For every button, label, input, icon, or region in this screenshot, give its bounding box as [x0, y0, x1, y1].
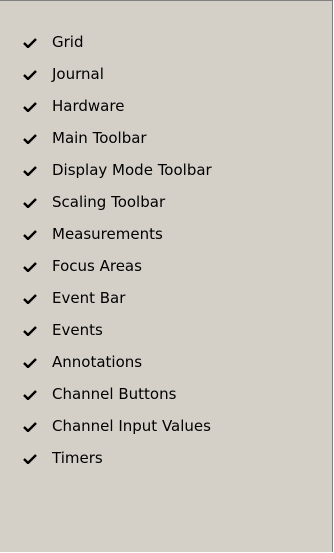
checkmark-icon: [23, 134, 37, 144]
menu-item-label: Main Toolbar: [52, 129, 147, 147]
menu-item-label: Scaling Toolbar: [52, 193, 166, 211]
menu-item-display-mode-toolbar[interactable]: Display Mode Toolbar: [0, 154, 332, 186]
checkmark-icon: [23, 294, 37, 304]
menu-item-timers[interactable]: Timers: [0, 442, 332, 474]
checkmark-icon: [23, 198, 37, 208]
checkmark-icon: [23, 230, 37, 240]
checkmark-icon: [23, 454, 37, 464]
checkmark-icon: [23, 38, 37, 48]
menu-item-event-bar[interactable]: Event Bar: [0, 282, 332, 314]
menu-item-label: Events: [52, 321, 103, 339]
view-options-menu: Grid Journal Hardware Main Toolbar Displ…: [0, 0, 333, 552]
checkmark-icon: [23, 358, 37, 368]
checkmark-icon: [23, 166, 37, 176]
checkmark-icon: [23, 70, 37, 80]
menu-item-annotations[interactable]: Annotations: [0, 346, 332, 378]
menu-item-label: Grid: [52, 33, 84, 51]
menu-item-channel-buttons[interactable]: Channel Buttons: [0, 378, 332, 410]
menu-item-scaling-toolbar[interactable]: Scaling Toolbar: [0, 186, 332, 218]
checkmark-icon: [23, 102, 37, 112]
menu-item-label: Annotations: [52, 353, 143, 371]
menu-item-hardware[interactable]: Hardware: [0, 90, 332, 122]
menu-item-grid[interactable]: Grid: [0, 26, 332, 58]
menu-item-journal[interactable]: Journal: [0, 58, 332, 90]
menu-item-events[interactable]: Events: [0, 314, 332, 346]
menu-item-label: Focus Areas: [52, 257, 142, 275]
menu-item-label: Timers: [52, 449, 103, 467]
checkmark-icon: [23, 326, 37, 336]
menu-item-channel-input-values[interactable]: Channel Input Values: [0, 410, 332, 442]
menu-item-main-toolbar[interactable]: Main Toolbar: [0, 122, 332, 154]
menu-item-label: Measurements: [52, 225, 163, 243]
menu-item-measurements[interactable]: Measurements: [0, 218, 332, 250]
menu-item-label: Display Mode Toolbar: [52, 161, 212, 179]
menu-item-label: Channel Buttons: [52, 385, 177, 403]
checkmark-icon: [23, 390, 37, 400]
checkmark-icon: [23, 262, 37, 272]
menu-item-focus-areas[interactable]: Focus Areas: [0, 250, 332, 282]
menu-item-label: Journal: [52, 65, 104, 83]
menu-item-label: Event Bar: [52, 289, 126, 307]
menu-item-label: Hardware: [52, 97, 125, 115]
checkmark-icon: [23, 422, 37, 432]
menu-item-label: Channel Input Values: [52, 417, 211, 435]
